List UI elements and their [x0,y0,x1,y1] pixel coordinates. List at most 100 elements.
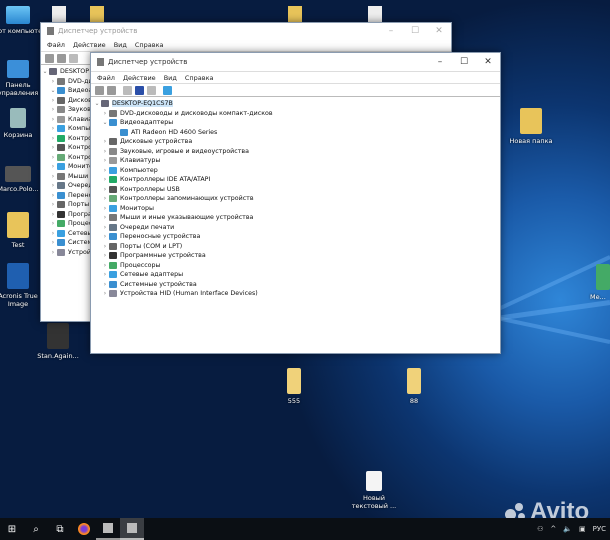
chevron-right-icon[interactable]: › [101,195,109,202]
desktop-icon-new-text[interactable]: Новый текстовый ... [344,471,404,510]
chevron-right-icon[interactable]: › [101,176,109,183]
chevron-right-icon[interactable]: › [101,243,109,250]
chevron-right-icon[interactable]: › [49,78,57,85]
device-manager-taskbar-button[interactable] [96,518,120,540]
forward-icon[interactable] [57,53,66,63]
chevron-up-icon[interactable]: ^ [550,525,556,533]
chevron-right-icon[interactable]: › [101,110,109,117]
desktop-icon-555[interactable]: 555 [264,368,324,405]
back-icon[interactable] [95,85,104,95]
forward-icon[interactable] [107,85,116,95]
start-button[interactable]: ⊞ [0,518,24,540]
chevron-right-icon[interactable]: › [101,148,109,155]
chevron-right-icon[interactable]: › [49,135,57,142]
people-icon[interactable]: ⚇ [537,525,543,533]
chevron-right-icon[interactable]: › [101,252,109,259]
tree-item[interactable]: ⌄Видеоадаптеры [93,118,500,128]
menu-action[interactable]: Действие [123,74,156,82]
chevron-right-icon[interactable]: › [49,173,57,180]
tree-item[interactable]: ›Системные устройства [93,280,500,290]
tree-item[interactable]: ›Дисковые устройства [93,137,500,147]
tree-item[interactable]: ›Переносные устройства [93,232,500,242]
chevron-right-icon[interactable]: › [49,163,57,170]
maximize-button[interactable]: ☐ [403,26,427,36]
chevron-right-icon[interactable]: › [101,167,109,174]
task-view-button[interactable]: ⧉ [48,518,72,540]
desktop-icon-me[interactable]: Me... [590,264,610,301]
language-indicator[interactable]: РУС [593,525,606,533]
minimize-button[interactable]: – [379,26,403,36]
chevron-down-icon[interactable]: ⌄ [101,119,109,126]
chevron-right-icon[interactable]: › [49,116,57,123]
properties-icon[interactable] [123,85,132,95]
device-manager-window[interactable]: Диспетчер устройств – ☐ ✕ Файл Действие Вид С… [90,52,501,354]
chevron-right-icon[interactable]: › [101,271,109,278]
chevron-right-icon[interactable]: › [49,192,57,199]
tree-item[interactable]: › Процессоры [93,261,500,271]
search-button[interactable]: ⌕ [24,518,48,540]
menu-action[interactable]: Действие [73,41,106,49]
menu-help[interactable]: Справка [135,41,164,49]
desktop-icon-88[interactable]: 88 [384,368,444,405]
close-button[interactable]: ✕ [427,26,451,36]
chevron-down-icon[interactable]: ⌄ [49,87,57,94]
tree-item[interactable]: ›DVD-дисководы и дисководы компакт-диско… [93,109,500,119]
tree-root[interactable]: ⌄ DESKTOP-EQ1CS7B [93,99,500,109]
chevron-right-icon[interactable]: › [101,233,109,240]
chevron-right-icon[interactable]: › [49,201,57,208]
chevron-right-icon[interactable]: › [49,220,57,227]
chevron-right-icon[interactable]: › [49,125,57,132]
menu-file[interactable]: Файл [97,74,115,82]
tree-item[interactable]: ›Звуковые, игровые и видеоустройства [93,147,500,157]
menu-view[interactable]: Вид [114,41,127,49]
volume-muted-icon[interactable]: 🔈 [563,525,572,533]
chevron-right-icon[interactable]: › [101,205,109,212]
chevron-right-icon[interactable]: › [101,281,109,288]
desktop-icon-stan[interactable]: Stan.Again... [28,323,88,360]
title-bar[interactable]: Диспетчер устройств – ☐ ✕ [91,53,500,71]
chevron-right-icon[interactable]: › [49,211,57,218]
tree-item[interactable]: › Клавиатуры [93,156,500,166]
tree-item[interactable]: ›Контроллеры USB [93,185,500,195]
firefox-taskbar-button[interactable] [72,518,96,540]
menu-view[interactable]: Вид [164,74,177,82]
help-icon[interactable] [135,85,144,95]
chevron-right-icon[interactable]: › [101,224,109,231]
chevron-right-icon[interactable]: › [101,157,109,164]
chevron-down-icon[interactable]: ⌄ [93,100,101,107]
chevron-right-icon[interactable]: › [101,214,109,221]
title-bar[interactable]: Диспетчер устройств – ☐ ✕ [41,23,451,39]
tree-item[interactable]: ›Контроллеры IDE ATA/ATAPI [93,175,500,185]
tree-item[interactable]: ›Контроллеры запоминающих устройств [93,194,500,204]
chevron-right-icon[interactable]: › [49,230,57,237]
update-driver-icon[interactable] [147,85,156,95]
close-button[interactable]: ✕ [476,57,500,67]
tree-item[interactable]: ›Порты (COM и LPT) [93,242,500,252]
properties-icon[interactable] [69,53,78,63]
device-manager-taskbar-button-active[interactable] [120,518,144,540]
minimize-button[interactable]: – [428,57,452,67]
chevron-down-icon[interactable]: ⌄ [41,68,49,75]
chevron-right-icon[interactable]: › [101,186,109,193]
chevron-right-icon[interactable]: › [49,106,57,113]
tree-item[interactable]: › Компьютер [93,166,500,176]
chevron-right-icon[interactable]: › [49,249,57,256]
tree-item[interactable]: ›Устройства HID (Human Interface Devices… [93,289,500,299]
tree-item-device[interactable]: ATI Radeon HD 4600 Series [93,128,500,138]
chevron-right-icon[interactable]: › [101,138,109,145]
chevron-right-icon[interactable]: › [49,239,57,246]
menu-file[interactable]: Файл [47,41,65,49]
chevron-right-icon[interactable]: › [49,97,57,104]
tree-item[interactable]: ›Очереди печати [93,223,500,233]
maximize-button[interactable]: ☐ [452,57,476,67]
tree-item[interactable]: ›Мыши и иные указывающие устройства [93,213,500,223]
tree-item[interactable]: › Мониторы [93,204,500,214]
tree-item[interactable]: ›Программные устройства [93,251,500,261]
scan-hardware-icon[interactable] [163,85,172,95]
chevron-right-icon[interactable]: › [49,182,57,189]
desktop-icon-new-folder[interactable]: Новая папка [501,108,561,145]
chevron-right-icon[interactable]: › [49,144,57,151]
menu-help[interactable]: Справка [185,74,214,82]
chevron-right-icon[interactable]: › [49,154,57,161]
tree-item[interactable]: ›Сетевые адаптеры [93,270,500,280]
